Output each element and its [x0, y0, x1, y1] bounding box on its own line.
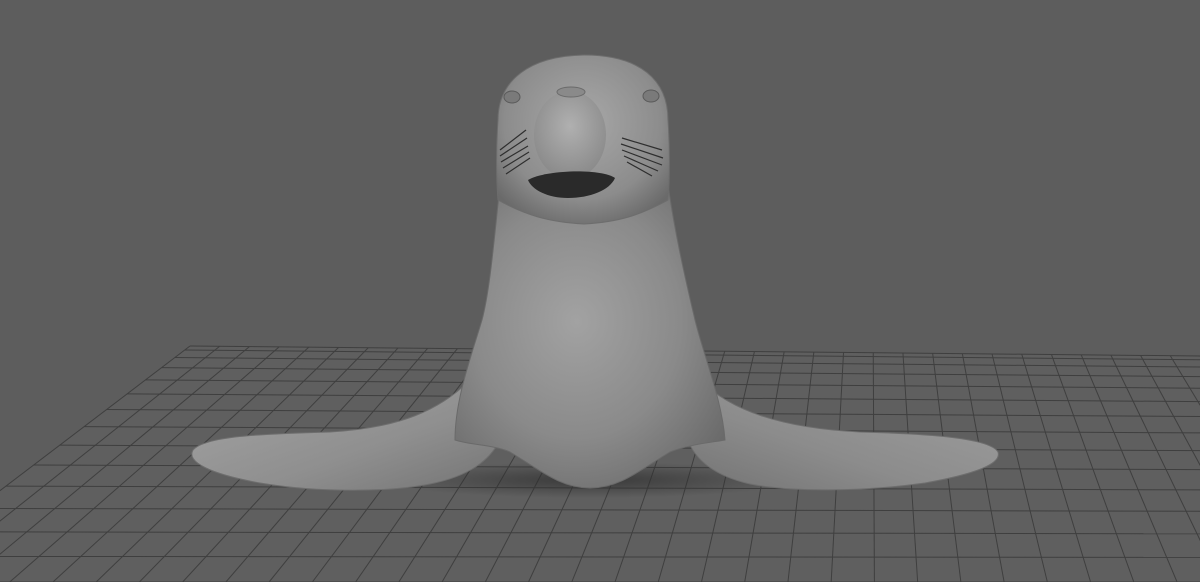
left-eye — [503, 90, 521, 104]
seal-body[interactable] — [454, 184, 726, 489]
seal-muzzle — [534, 91, 606, 179]
nostrils — [556, 86, 586, 98]
3d-viewport[interactable] — [0, 0, 1200, 582]
right-eye — [642, 89, 660, 103]
viewport-scene[interactable] — [0, 0, 1200, 582]
